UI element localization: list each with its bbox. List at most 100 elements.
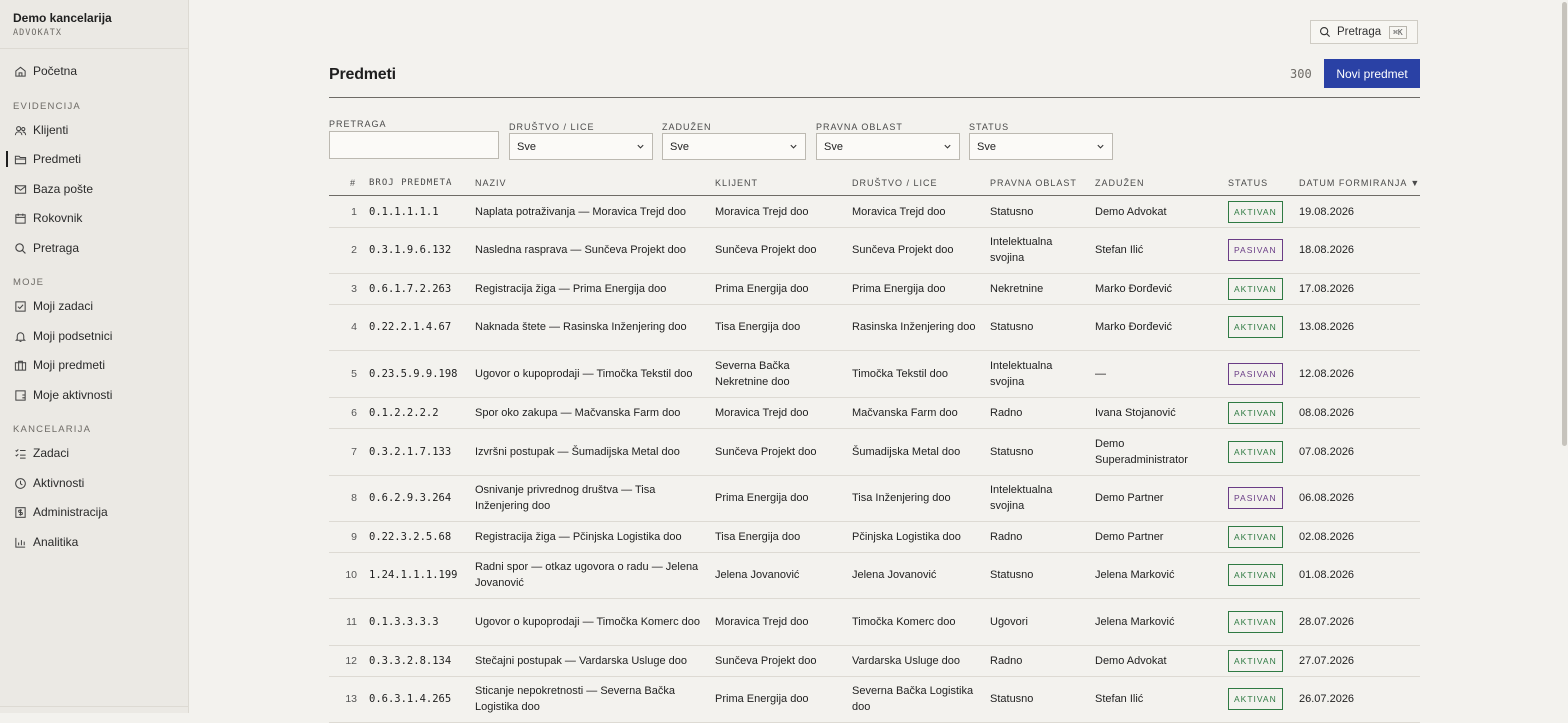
sidebar-item-label: Aktivnosti (33, 476, 85, 490)
sidebar-item-administracija[interactable]: Administracija (0, 501, 188, 523)
cell-zaduzen: Marko Đorđević (1095, 273, 1219, 304)
brand-subtitle: ADVOKATX (13, 28, 62, 38)
table-row[interactable]: 10 1.24.1.1.1.199 Radni spor — otkaz ugovo… (329, 552, 1420, 599)
cell-pravna-oblast: Radno (990, 645, 1085, 676)
column-header-klijent[interactable]: KLIJENT (715, 178, 758, 188)
cell-broj-predmeta: 0.1.3.3.3.3 (369, 598, 469, 645)
table-row[interactable]: 4 0.22.2.1.4.67 Naknada štete — Rasinska I… (329, 304, 1420, 351)
cell-naziv: Radni spor — otkaz ugovora o radu — Jele… (475, 552, 703, 598)
result-count: 300 (1290, 67, 1312, 81)
cell-datum: 06.08.2026 (1299, 475, 1409, 521)
global-search-button[interactable]: Pretraga ⌘K (1310, 20, 1418, 44)
cell-drustvo: Severna Bačka Logistika doo (852, 676, 980, 722)
cell-drustvo-text: Timočka Komerc doo (852, 615, 956, 628)
cell-broj-predmeta-text: 0.1.1.1.1.1 (369, 205, 439, 218)
sidebar-item-moje-aktivnosti[interactable]: Moje aktivnosti (0, 384, 188, 406)
sidebar-item-aktivnosti[interactable]: Aktivnosti (0, 472, 188, 494)
table-row[interactable]: 11 0.1.3.3.3.3 Ugovor o kupoprodaji — Timo… (329, 598, 1420, 646)
cell-status: PASIVAN (1228, 227, 1294, 273)
sidebar-item-baza-poste[interactable]: Baza pošte (0, 178, 188, 200)
cell-naziv-text: Nasledna rasprava — Sunčeva Projekt doo (475, 244, 686, 256)
cell-broj-predmeta-text: 0.1.3.3.3.3 (369, 615, 439, 628)
sidebar-item-label: Predmeti (33, 152, 82, 166)
table-row[interactable]: 9 0.22.3.2.5.68 Registracija žiga — Pčinjs… (329, 521, 1420, 553)
table-row[interactable]: 13 0.6.3.1.4.265 Sticanje nepokretnosti — … (329, 676, 1420, 723)
folder-icon (13, 152, 27, 166)
status-badge: AKTIVAN (1228, 564, 1283, 586)
filter-select-zaduzen[interactable]: Sve (662, 133, 806, 160)
cell-klijent-text: Prima Energija doo (715, 693, 809, 705)
table-row[interactable]: 6 0.1.2.2.2.2 Spor oko zakupa — Mačvanska … (329, 397, 1420, 429)
sidebar-item-label: Početna (33, 64, 78, 78)
cell-pravna-oblast-text: Statusno (990, 445, 1034, 458)
sidebar-item-moji-predmeti[interactable]: Moji predmeti (0, 354, 188, 376)
cell-datum: 26.07.2026 (1299, 676, 1409, 722)
cell-klijent-text: Tisa Energija doo (715, 321, 801, 333)
filter-select-drustvo[interactable]: Sve (509, 133, 653, 160)
cell-datum-text: 07.08.2026 (1299, 445, 1355, 458)
table-row[interactable]: 5 0.23.5.9.9.198 Ugovor o kupoprodaji — Ti… (329, 350, 1420, 398)
cell-pravna-oblast-text: Statusno (990, 321, 1034, 333)
nav-section-moje: MOJE (13, 277, 45, 288)
sidebar-item-moji-podsetnici[interactable]: Moji podsetnici (0, 325, 188, 347)
cell-index: 7 (351, 445, 357, 458)
cell-pravna-oblast: Statusno (990, 304, 1085, 350)
scrollbar-thumb[interactable] (1562, 2, 1567, 446)
cell-broj-predmeta-text: 0.22.3.2.5.68 (369, 530, 452, 543)
cell-drustvo-text: Timočka Tekstil doo (852, 367, 948, 380)
sidebar-item-predmeti[interactable]: Predmeti (0, 148, 188, 170)
scrollbar[interactable] (1560, 0, 1568, 713)
table-row[interactable]: 3 0.6.1.7.2.263 Registracija žiga — Prima … (329, 273, 1420, 305)
cell-zaduzen: Demo Partner (1095, 475, 1219, 521)
cell-klijent-text: Severna Bačka Nekretnine doo (715, 359, 790, 388)
cell-index: 1 (351, 205, 357, 218)
column-header-status[interactable]: STATUS (1228, 178, 1268, 188)
cell-zaduzen: Stefan Ilić (1095, 676, 1219, 722)
cell-datum-text: 28.07.2026 (1299, 615, 1355, 628)
filter-select-status[interactable]: Sve (969, 133, 1113, 160)
filter-select-pravna-oblast[interactable]: Sve (816, 133, 960, 160)
column-header-naziv[interactable]: NAZIV (475, 178, 507, 188)
sidebar-item-analitika[interactable]: Analitika (0, 531, 188, 553)
cell-broj-predmeta: 0.22.3.2.5.68 (369, 521, 469, 552)
table-row[interactable]: 12 0.3.3.2.8.134 Stečajni postupak — Varda… (329, 645, 1420, 677)
admin-icon (13, 505, 27, 519)
column-header-pravna-oblast[interactable]: PRAVNA OBLAST (990, 178, 1077, 188)
cell-naziv: Naplata potraživanja — Moravica Trejd do… (475, 196, 703, 227)
sidebar-item-pocetna[interactable]: Početna (0, 60, 188, 82)
sidebar-item-moji-zadaci[interactable]: Moji zadaci (0, 295, 188, 317)
cell-drustvo: Prima Energija doo (852, 273, 980, 304)
status-badge: AKTIVAN (1228, 649, 1283, 672)
cell-zaduzen: Ivana Stojanović (1095, 397, 1219, 428)
nav-section-kancelarija: KANCELARIJA (13, 424, 92, 435)
cell-datum: 18.08.2026 (1299, 227, 1409, 273)
cell-naziv-text: Ugovor o kupoprodaji — Timočka Komerc do… (475, 615, 700, 628)
column-header-broj-predmeta[interactable]: BROJ PREDMETA (369, 178, 452, 188)
cell-naziv: Ugovor o kupoprodaji — Timočka Komerc do… (475, 598, 703, 645)
cell-datum: 19.08.2026 (1299, 196, 1409, 227)
column-header-drustvo[interactable]: DRUŠTVO / LICE (852, 178, 938, 188)
filter-label-status: STATUS (969, 122, 1010, 132)
cell-drustvo: Mačvanska Farm doo (852, 397, 980, 428)
cell-naziv: Osnivanje privrednog društva — Tisa Inže… (475, 475, 703, 521)
column-header-index[interactable]: # (350, 178, 356, 188)
table-row[interactable]: 7 0.3.2.1.7.133 Izvršni postupak — Šumadij… (329, 428, 1420, 476)
filter-search-input[interactable] (329, 131, 499, 159)
sidebar-item-rokovnik[interactable]: Rokovnik (0, 207, 188, 229)
new-case-button[interactable]: Novi predmet (1324, 59, 1420, 88)
cell-drustvo: Tisa Inženjering doo (852, 475, 980, 521)
sidebar-item-pretraga[interactable]: Pretraga (0, 237, 188, 259)
table-row[interactable]: 8 0.6.2.9.3.264 Osnivanje privrednog društ… (329, 475, 1420, 522)
cell-pravna-oblast: Statusno (990, 676, 1085, 722)
filter-label-drustvo: DRUŠTVO / LICE (509, 122, 595, 132)
column-header-datum-formiranja[interactable]: DATUM FORMIRANJA ▼ (1299, 178, 1420, 188)
column-header-zaduzen[interactable]: ZADUŽEN (1095, 178, 1145, 188)
cell-drustvo: Vardarska Usluge doo (852, 645, 980, 676)
table-row[interactable]: 2 0.3.1.9.6.132 Nasledna rasprava — Sunčev… (329, 227, 1420, 274)
cell-datum-text: 18.08.2026 (1299, 244, 1355, 256)
sidebar-item-zadaci[interactable]: Zadaci (0, 442, 188, 464)
cell-broj-predmeta-text: 0.6.1.7.2.263 (369, 282, 452, 295)
table-row[interactable]: 1 0.1.1.1.1.1 Naplata potraživanja — Morav… (329, 196, 1420, 228)
sidebar-item-klijenti[interactable]: Klijenti (0, 119, 188, 141)
cell-drustvo: Pčinjska Logistika doo (852, 521, 980, 552)
